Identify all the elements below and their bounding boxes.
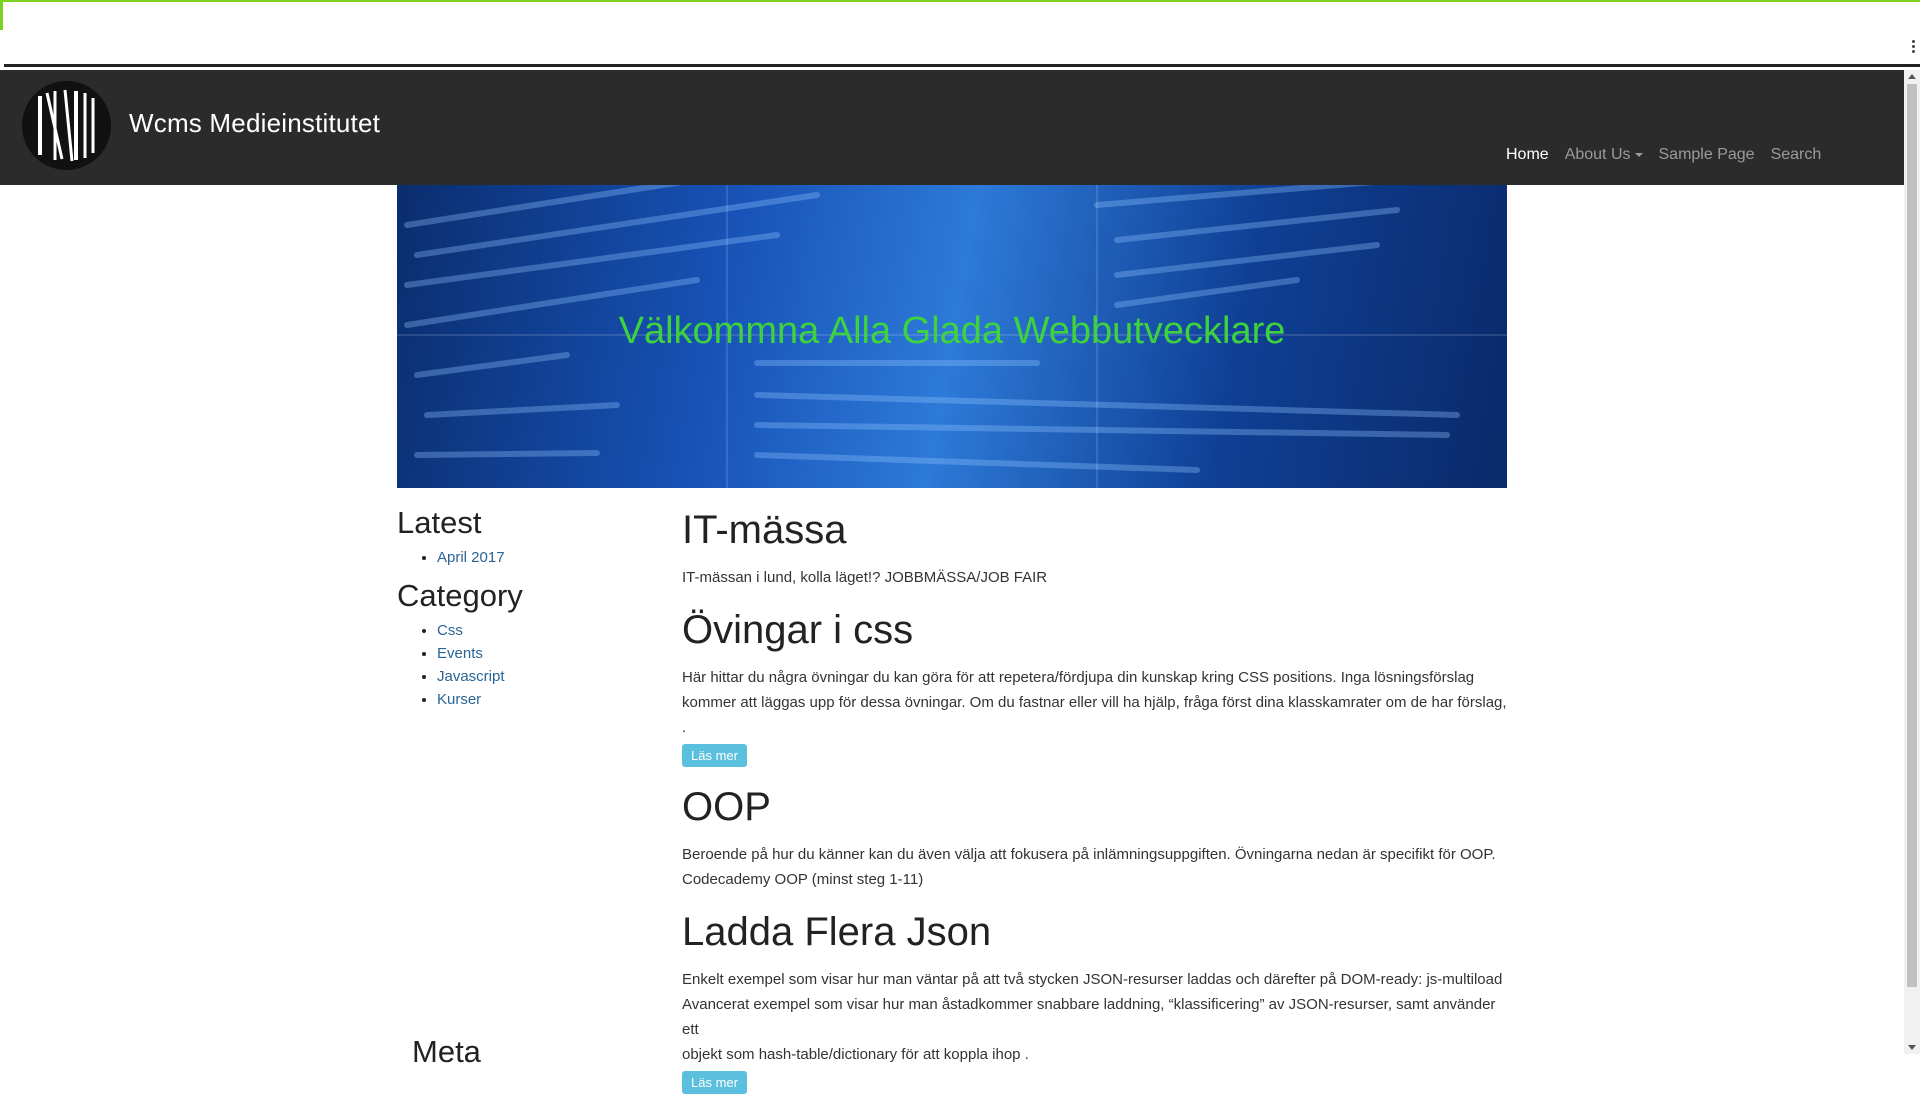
page-load-indicator xyxy=(0,2,3,30)
list-item: April 2017 xyxy=(437,549,657,566)
main-navigation: Home About Us Sample Page Search xyxy=(1506,146,1821,164)
post-text-line: Enkelt exempel som visar hur man väntar … xyxy=(682,971,1503,988)
post-excerpt: IT-mässan i lund, kolla läget!? JOBBMÄSS… xyxy=(682,565,1507,590)
post-text-line: Beroende på hur du känner kan du även vä… xyxy=(682,846,1496,863)
category-link-css[interactable]: Css xyxy=(437,622,463,639)
site-logo[interactable] xyxy=(22,81,111,170)
post-ladda-flera-json: Ladda Flera Json Enkelt exempel som visa… xyxy=(682,910,1507,1094)
latest-heading: Latest xyxy=(397,505,482,540)
post-text-line: Avancerat exempel som visar hur man åsta… xyxy=(682,996,1496,1038)
category-heading: Category xyxy=(397,578,523,613)
more-options-icon[interactable] xyxy=(1912,40,1916,54)
post-title[interactable]: IT-mässa xyxy=(682,508,1507,553)
list-item: Kurser xyxy=(437,691,657,708)
post-title[interactable]: Övingar i css xyxy=(682,608,1507,653)
nav-search[interactable]: Search xyxy=(1771,146,1822,164)
list-item: Events xyxy=(437,645,657,662)
page-scrollbar[interactable] xyxy=(1904,70,1920,1054)
post-text-line: Här hittar du några övningar du kan göra… xyxy=(682,669,1475,686)
meta-heading: Meta xyxy=(412,1034,481,1069)
logo-stripes-icon xyxy=(22,81,111,170)
read-more-button[interactable]: Läs mer xyxy=(682,744,747,767)
list-item: Css xyxy=(437,622,657,639)
hero-banner: Välkommna Alla Glada Webbutvecklare xyxy=(397,185,1507,488)
post-title[interactable]: Ladda Flera Json xyxy=(682,910,1507,955)
category-link-events[interactable]: Events xyxy=(437,645,483,662)
hero-title: Välkommna Alla Glada Webbutvecklare xyxy=(618,310,1286,352)
category-list: Css Events Javascript Kurser xyxy=(397,622,657,708)
top-divider xyxy=(4,64,1920,67)
sidebar: Latest April 2017 Category Css Events Ja… xyxy=(397,505,657,720)
scroll-down-icon[interactable] xyxy=(1908,1045,1916,1050)
site-navbar: Wcms Medieinstitutet Home About Us Sampl… xyxy=(0,70,1904,185)
post-text-line: objekt som hash-table/dictionary för att… xyxy=(682,1046,1029,1063)
post-text-line: IT-mässan i lund, kolla läget!? JOBBMÄSS… xyxy=(682,569,1048,586)
nav-home[interactable]: Home xyxy=(1506,146,1549,164)
scroll-up-icon[interactable] xyxy=(1908,74,1916,79)
latest-list: April 2017 xyxy=(397,549,657,566)
post-title[interactable]: OOP xyxy=(682,785,1507,830)
post-ovingar-i-css: Övingar i css Här hittar du några övning… xyxy=(682,608,1507,767)
nav-about-us-label: About Us xyxy=(1564,146,1631,163)
post-it-massa: IT-mässa IT-mässan i lund, kolla läget!?… xyxy=(682,508,1507,590)
chevron-down-icon xyxy=(1634,152,1643,157)
scrollbar-thumb[interactable] xyxy=(1907,84,1917,987)
post-list: IT-mässa IT-mässan i lund, kolla läget!?… xyxy=(682,508,1507,1112)
list-item: Javascript xyxy=(437,668,657,685)
nav-about-us[interactable]: About Us xyxy=(1565,146,1643,164)
post-text-line: Codecademy OOP (minst steg 1-11) xyxy=(682,871,924,888)
nav-sample-page[interactable]: Sample Page xyxy=(1659,146,1755,164)
category-link-javascript[interactable]: Javascript xyxy=(437,668,505,685)
archive-link-april-2017[interactable]: April 2017 xyxy=(437,549,505,566)
browser-top-bar xyxy=(0,0,1920,67)
read-more-button[interactable]: Läs mer xyxy=(682,1071,747,1094)
post-oop: OOP Beroende på hur du känner kan du äve… xyxy=(682,785,1507,892)
category-link-kurser[interactable]: Kurser xyxy=(437,691,481,708)
post-excerpt: Beroende på hur du känner kan du även vä… xyxy=(682,842,1507,892)
site-brand[interactable]: Wcms Medieinstitutet xyxy=(129,108,380,139)
post-excerpt: Här hittar du några övningar du kan göra… xyxy=(682,665,1507,740)
post-excerpt: Enkelt exempel som visar hur man väntar … xyxy=(682,967,1507,1067)
post-text-line: kommer att läggas upp för dessa övningar… xyxy=(682,694,1507,736)
